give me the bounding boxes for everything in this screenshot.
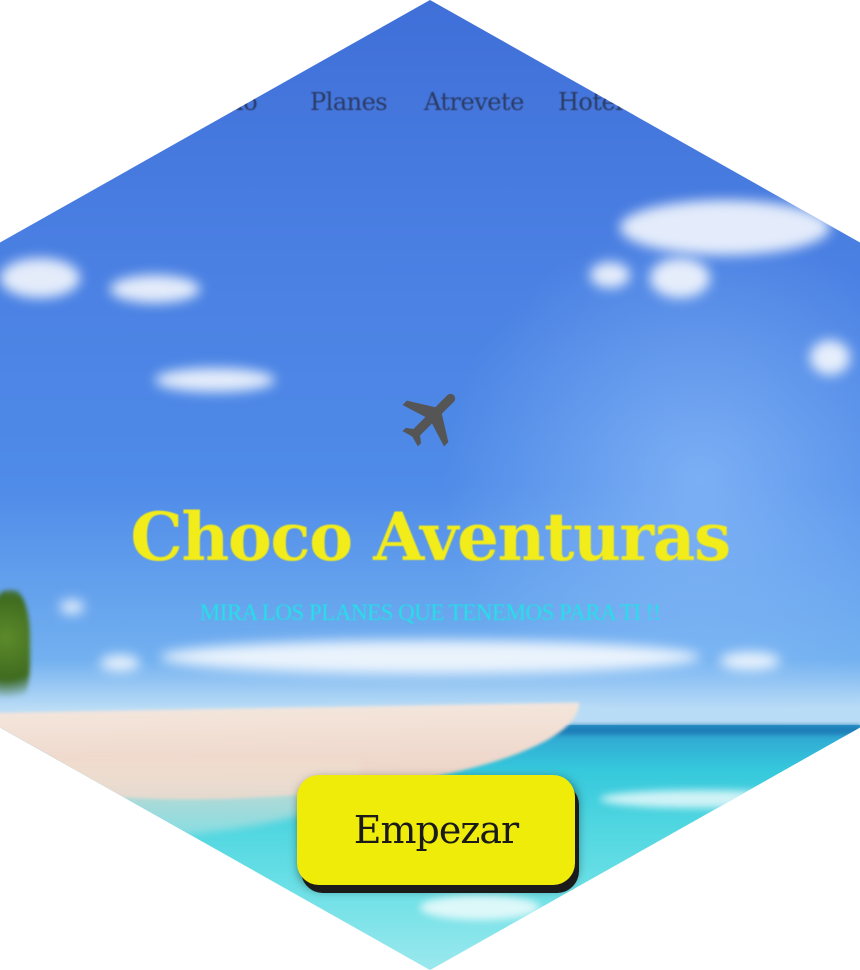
cloud [810, 340, 850, 375]
nav-item-atrevete[interactable]: Atrevete [424, 88, 524, 116]
foam [420, 895, 540, 920]
nav-item-inicio[interactable]: Inicio [192, 88, 258, 116]
hero-subtitle: MIRA LOS PLANES QUE TENEMOS PARA TI !! [199, 600, 661, 625]
cloud [160, 640, 700, 674]
cloud [100, 655, 140, 671]
cloud [720, 652, 780, 670]
cloud [110, 275, 200, 303]
airplane-icon [402, 393, 456, 447]
cloud [590, 262, 630, 288]
hero-title: Choco Aventuras [130, 498, 731, 576]
foam [600, 790, 800, 808]
nav-item-planes[interactable]: Planes [310, 88, 388, 116]
hero-hexagon: Inicio Planes Atrevete Hoteles Choco Ave… [0, 0, 860, 970]
cloud [155, 368, 275, 392]
nav-item-hoteles[interactable]: Hoteles [558, 88, 648, 116]
start-button[interactable]: Empezar [297, 775, 575, 885]
cloud [620, 200, 830, 255]
page: Inicio Planes Atrevete Hoteles Choco Ave… [0, 0, 860, 970]
cloud [0, 258, 80, 298]
top-nav: Inicio Planes Atrevete Hoteles [0, 88, 860, 128]
cloud [650, 258, 710, 298]
